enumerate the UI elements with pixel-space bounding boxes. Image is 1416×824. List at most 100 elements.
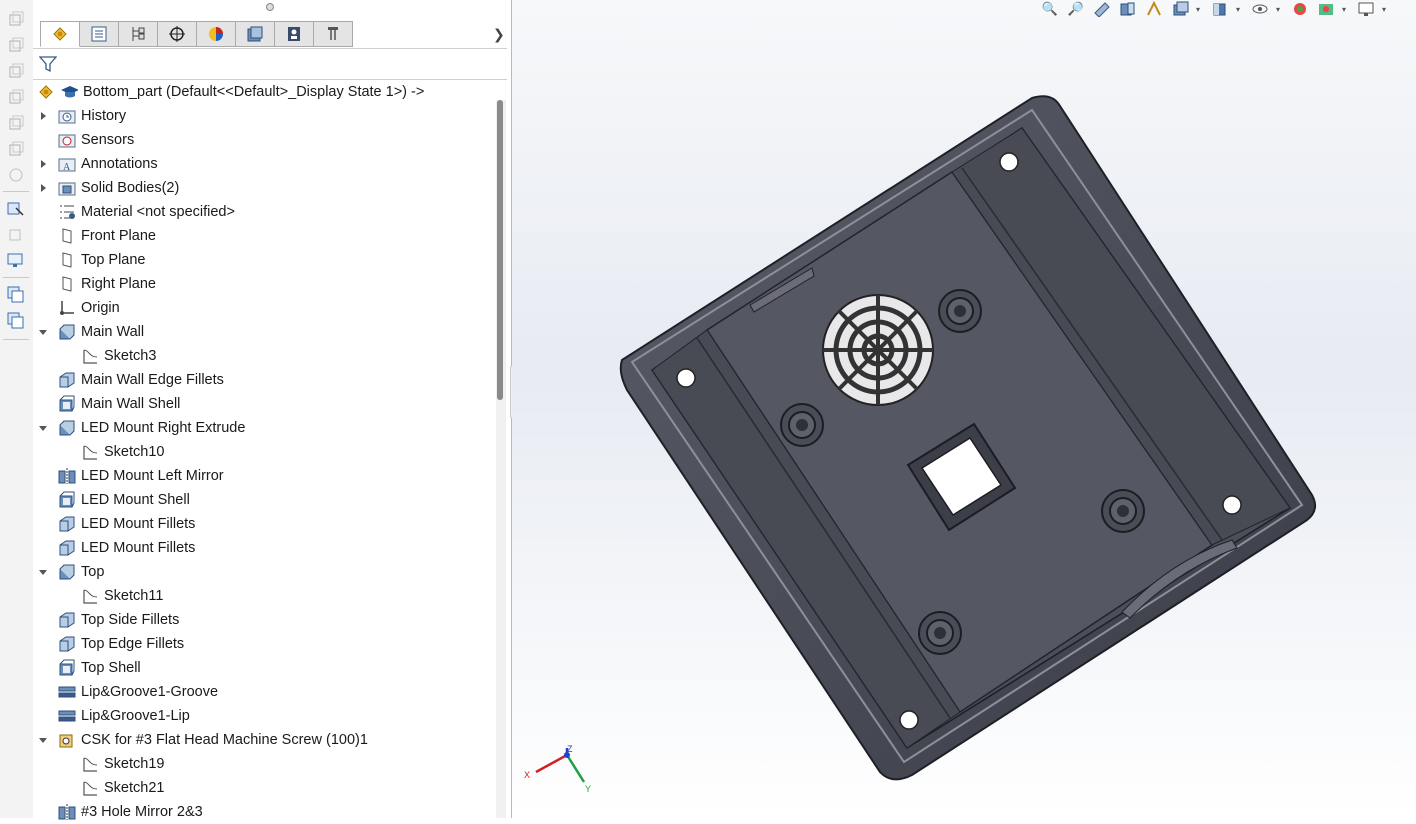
view-icon-1[interactable] [6, 35, 26, 55]
expand-caret-down-icon[interactable] [38, 423, 48, 433]
triad-y-label: Y [585, 784, 591, 794]
edit-tool-icon[interactable] [6, 225, 26, 245]
fillet-icon [58, 539, 76, 557]
property-manager-tab[interactable] [80, 21, 119, 47]
tree-item-label: Sketch19 [104, 756, 165, 772]
sensors-folder-icon [58, 131, 76, 149]
tree-item[interactable]: LED Mount Left Mirror [58, 464, 224, 488]
tree-item-label: Top Edge Fillets [81, 636, 185, 652]
tree-item[interactable]: LED Mount Fillets [58, 512, 195, 536]
tree-item[interactable]: LED Mount Shell [58, 488, 190, 512]
tree-item[interactable]: LED Mount Right Extrude [58, 416, 245, 440]
tree-item[interactable]: A Annotations [58, 152, 158, 176]
fillet-icon [58, 611, 76, 629]
tree-item[interactable]: Sensors [58, 128, 134, 152]
tabs-overflow-chevron-icon[interactable]: ❯ [493, 26, 505, 43]
tree-item[interactable]: Origin [58, 296, 120, 320]
expand-caret-down-icon[interactable] [38, 327, 48, 337]
tree-item[interactable]: History [58, 104, 126, 128]
tree-item-label: Material <not specified> [81, 204, 235, 220]
tree-item[interactable]: Main Wall Edge Fillets [58, 368, 224, 392]
tree-item[interactable]: Sketch21 [81, 776, 164, 800]
select-tool-icon[interactable] [6, 199, 26, 219]
view-icon-2[interactable] [6, 61, 26, 81]
expand-caret-right-icon[interactable] [38, 159, 48, 169]
mirror-icon [58, 803, 76, 821]
tree-item[interactable]: Lip&Groove1-Groove [58, 680, 218, 704]
extrude-icon [58, 323, 76, 341]
tree-item-label: Sketch11 [104, 588, 164, 604]
tree-root-part[interactable]: Bottom_part (Default<<Default>_Display S… [37, 80, 424, 104]
model-render[interactable]: X Y Z [512, 0, 1416, 818]
solid-bodies-folder-icon [58, 179, 76, 197]
tree-item-label: LED Mount Fillets [81, 540, 196, 556]
tree-item[interactable]: Top Shell [58, 656, 141, 680]
tree-item[interactable]: Sketch11 [81, 584, 163, 608]
paste-tool-icon[interactable] [6, 311, 26, 331]
display-tool-icon[interactable] [6, 251, 26, 271]
sketch-icon [81, 443, 99, 461]
graphics-area[interactable]: 🔍 🔎 ▾ ▾ ▾ ▾ ▾ X Y Z [512, 0, 1416, 818]
origin-icon [58, 299, 76, 317]
graduation-cap-icon [60, 83, 78, 101]
tree-item[interactable]: Main Wall [58, 320, 144, 344]
cam-feature-tab[interactable] [236, 21, 275, 47]
expand-caret-right-icon[interactable] [38, 111, 48, 121]
tree-item[interactable]: Main Wall Shell [58, 392, 180, 416]
tree-scrollbar-thumb[interactable] [497, 100, 503, 400]
tree-item[interactable]: Sketch10 [81, 440, 164, 464]
tree-item[interactable]: Material <not specified> [58, 200, 235, 224]
dimxpert-manager-tab[interactable] [158, 21, 197, 47]
tree-item[interactable]: Sketch3 [81, 344, 156, 368]
display-manager-tab-icon [209, 27, 223, 41]
tree-item[interactable]: Top [58, 560, 104, 584]
tree-item[interactable]: #3 Hole Mirror 2&3 [58, 800, 203, 824]
tree-item-label: Top Plane [81, 252, 146, 268]
view-icon-4[interactable] [6, 113, 26, 133]
tree-item[interactable]: Top Edge Fillets [58, 632, 184, 656]
view-icon-3[interactable] [6, 87, 26, 107]
left-command-strip [0, 0, 34, 818]
tree-item-label: Right Plane [81, 276, 156, 292]
tree-item[interactable]: Top Side Fillets [58, 608, 179, 632]
cam-toolpath-tab[interactable] [314, 21, 353, 47]
expand-caret-down-icon[interactable] [38, 735, 48, 745]
fillet-icon [58, 515, 76, 533]
tree-item-label: Sketch21 [104, 780, 165, 796]
tree-item[interactable]: Front Plane [58, 224, 156, 248]
tree-item[interactable]: Lip&Groove1-Lip [58, 704, 190, 728]
tree-root-label: Bottom_part (Default<<Default>_Display S… [83, 84, 425, 100]
tree-item-label: Main Wall Edge Fillets [81, 372, 224, 388]
configuration-manager-tab[interactable] [119, 21, 158, 47]
feature-manager-panel: ❯ Bottom_part (Default<<Default>_Display… [33, 0, 512, 820]
tree-item[interactable]: Solid Bodies(2) [58, 176, 179, 200]
feature-filter-bar[interactable] [33, 48, 507, 80]
display-manager-tab[interactable] [197, 21, 236, 47]
tree-item[interactable]: CSK for #3 Flat Head Machine Screw (100)… [58, 728, 368, 752]
copy-tool-icon[interactable] [6, 285, 26, 305]
orientation-triad: X Y Z [524, 744, 591, 794]
view-icon-5[interactable] [6, 139, 26, 159]
expand-caret-right-icon[interactable] [38, 183, 48, 193]
plane-icon [58, 251, 76, 269]
filter-icon[interactable] [38, 55, 58, 78]
tree-item-label: Sketch3 [104, 348, 157, 364]
sketch-icon [81, 587, 99, 605]
new-part-icon[interactable] [6, 9, 26, 29]
feature-manager-tab[interactable] [40, 21, 80, 47]
tree-item[interactable]: Sketch19 [81, 752, 164, 776]
expand-caret-down-icon[interactable] [38, 567, 48, 577]
material-icon [58, 203, 76, 221]
tree-item-label: LED Mount Right Extrude [81, 420, 246, 436]
tree-item[interactable]: Top Plane [58, 248, 146, 272]
tree-item[interactable]: LED Mount Fillets [58, 536, 195, 560]
property-manager-tab-icon [91, 26, 107, 42]
lip-groove-icon [58, 683, 76, 701]
cam-operation-tab[interactable] [275, 21, 314, 47]
panel-drag-handle[interactable] [266, 3, 274, 11]
tree-item[interactable]: Right Plane [58, 272, 156, 296]
view-icon-6[interactable] [6, 165, 26, 185]
tree-item-label: CSK for #3 Flat Head Machine Screw (100)… [81, 732, 368, 748]
triad-x-label: X [524, 770, 530, 780]
annotations-folder-icon: A [58, 155, 76, 173]
